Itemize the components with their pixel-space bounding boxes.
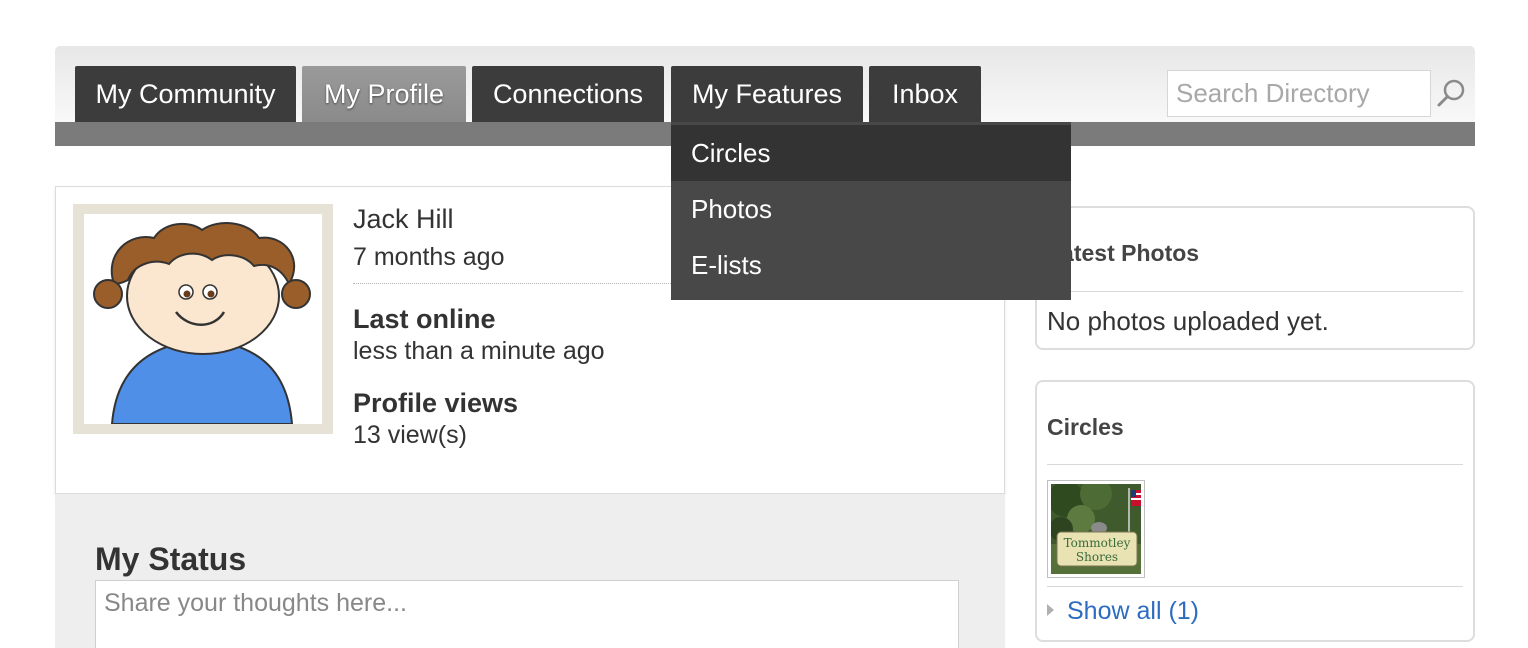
no-photos-message: No photos uploaded yet. <box>1047 306 1329 336</box>
show-all-circles-link[interactable]: Show all (1) <box>1067 597 1199 626</box>
tab-connections[interactable]: Connections <box>472 66 664 122</box>
search-directory-input[interactable] <box>1167 70 1431 117</box>
avatar <box>84 214 322 424</box>
dropdown-item-e-lists[interactable]: E-lists <box>671 237 1071 293</box>
profile-views-label: Profile views <box>353 388 519 418</box>
status-input[interactable] <box>95 580 959 648</box>
last-online-label: Last online <box>353 304 496 334</box>
tab-inbox[interactable]: Inbox <box>869 66 981 122</box>
tab-my-community[interactable]: My Community <box>75 66 296 122</box>
status-title: My Status <box>95 541 247 577</box>
dropdown-item-circles[interactable]: Circles <box>671 125 1071 181</box>
tab-my-features[interactable]: My Features <box>671 66 863 122</box>
widget-divider <box>1047 291 1463 292</box>
tab-my-profile[interactable]: My Profile <box>302 66 466 122</box>
profile-name: Jack Hill <box>353 204 454 234</box>
profile-views-value: 13 view(s) <box>353 421 467 449</box>
search-icon[interactable] <box>1433 76 1469 112</box>
circles-title: Circles <box>1047 414 1124 440</box>
circle-thumb-text-line2: Shores <box>1076 550 1118 564</box>
widget-divider <box>1047 464 1463 465</box>
dropdown-item-photos[interactable]: Photos <box>671 181 1071 237</box>
profile-joined-time: 7 months ago <box>353 243 505 271</box>
expand-arrow-icon <box>1047 604 1054 616</box>
widget-divider <box>1047 586 1463 587</box>
circle-thumbnail[interactable]: Tommotley Shores <box>1047 480 1145 578</box>
last-online-value: less than a minute ago <box>353 337 605 365</box>
my-features-dropdown: Circles Photos E-lists <box>671 122 1071 300</box>
circle-thumb-text-line1: Tommotley <box>1064 536 1131 550</box>
